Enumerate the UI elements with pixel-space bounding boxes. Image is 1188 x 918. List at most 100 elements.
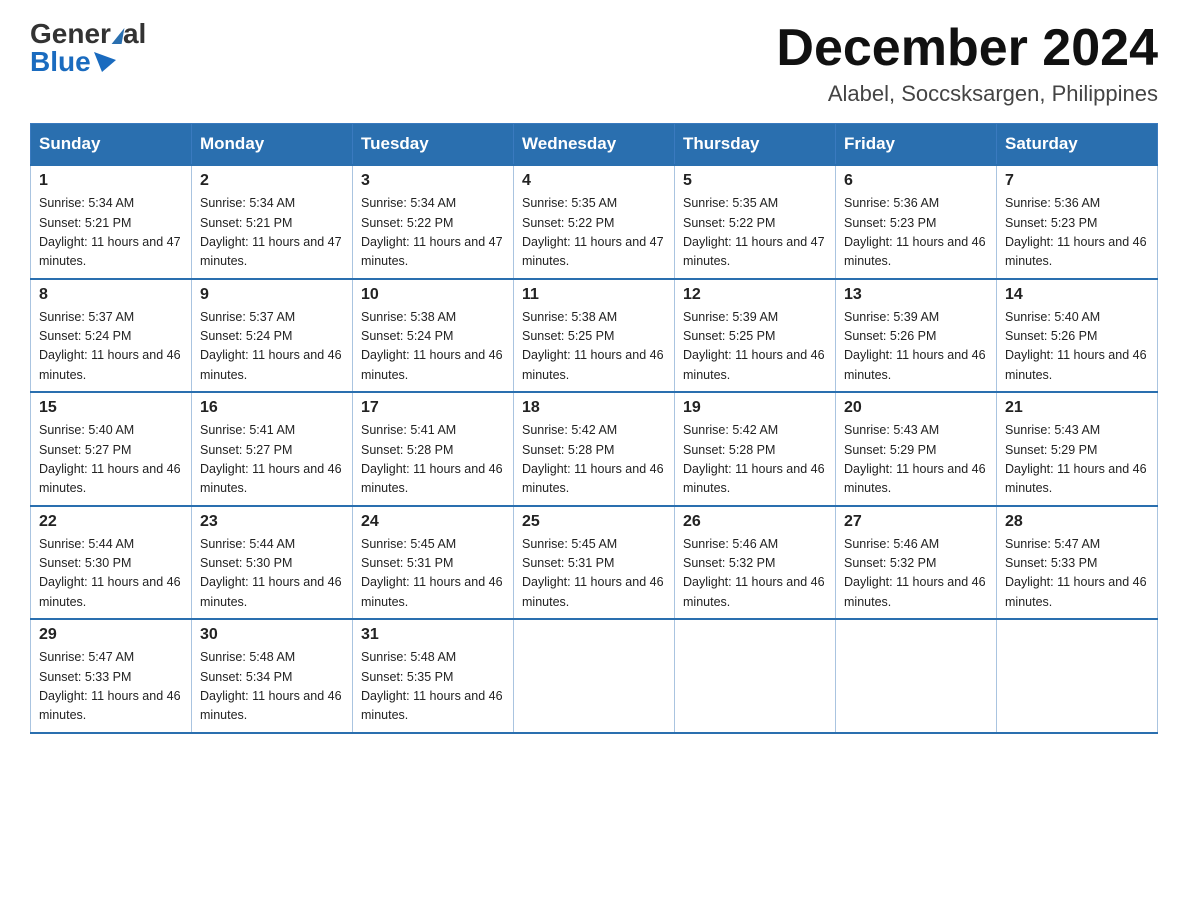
calendar-cell: 14 Sunrise: 5:40 AMSunset: 5:26 PMDaylig… [997, 279, 1158, 393]
day-info: Sunrise: 5:43 AMSunset: 5:29 PMDaylight:… [844, 421, 988, 499]
day-info: Sunrise: 5:35 AMSunset: 5:22 PMDaylight:… [522, 194, 666, 272]
calendar-cell: 4 Sunrise: 5:35 AMSunset: 5:22 PMDayligh… [514, 165, 675, 279]
page-header: General Blue December 2024 Alabel, Soccs… [30, 20, 1158, 107]
calendar-week-3: 15 Sunrise: 5:40 AMSunset: 5:27 PMDaylig… [31, 392, 1158, 506]
day-number: 4 [522, 172, 666, 190]
day-info: Sunrise: 5:34 AMSunset: 5:22 PMDaylight:… [361, 194, 505, 272]
calendar-cell [997, 619, 1158, 733]
day-info: Sunrise: 5:40 AMSunset: 5:26 PMDaylight:… [1005, 308, 1149, 386]
day-number: 11 [522, 286, 666, 304]
calendar-cell: 27 Sunrise: 5:46 AMSunset: 5:32 PMDaylig… [836, 506, 997, 620]
day-number: 26 [683, 513, 827, 531]
header-saturday: Saturday [997, 124, 1158, 166]
header-sunday: Sunday [31, 124, 192, 166]
calendar-cell: 22 Sunrise: 5:44 AMSunset: 5:30 PMDaylig… [31, 506, 192, 620]
calendar-cell: 16 Sunrise: 5:41 AMSunset: 5:27 PMDaylig… [192, 392, 353, 506]
calendar-cell: 10 Sunrise: 5:38 AMSunset: 5:24 PMDaylig… [353, 279, 514, 393]
day-number: 3 [361, 172, 505, 190]
calendar-cell: 5 Sunrise: 5:35 AMSunset: 5:22 PMDayligh… [675, 165, 836, 279]
day-info: Sunrise: 5:42 AMSunset: 5:28 PMDaylight:… [683, 421, 827, 499]
calendar-cell: 7 Sunrise: 5:36 AMSunset: 5:23 PMDayligh… [997, 165, 1158, 279]
calendar-cell: 31 Sunrise: 5:48 AMSunset: 5:35 PMDaylig… [353, 619, 514, 733]
day-number: 28 [1005, 513, 1149, 531]
logo-triangle-icon [94, 52, 116, 72]
calendar-cell: 3 Sunrise: 5:34 AMSunset: 5:22 PMDayligh… [353, 165, 514, 279]
day-info: Sunrise: 5:34 AMSunset: 5:21 PMDaylight:… [39, 194, 183, 272]
calendar-cell: 28 Sunrise: 5:47 AMSunset: 5:33 PMDaylig… [997, 506, 1158, 620]
location-subtitle: Alabel, Soccsksargen, Philippines [776, 81, 1158, 107]
day-number: 5 [683, 172, 827, 190]
day-info: Sunrise: 5:36 AMSunset: 5:23 PMDaylight:… [1005, 194, 1149, 272]
day-number: 19 [683, 399, 827, 417]
calendar-cell: 18 Sunrise: 5:42 AMSunset: 5:28 PMDaylig… [514, 392, 675, 506]
day-number: 27 [844, 513, 988, 531]
day-number: 21 [1005, 399, 1149, 417]
calendar-week-5: 29 Sunrise: 5:47 AMSunset: 5:33 PMDaylig… [31, 619, 1158, 733]
day-info: Sunrise: 5:48 AMSunset: 5:34 PMDaylight:… [200, 648, 344, 726]
calendar-cell: 23 Sunrise: 5:44 AMSunset: 5:30 PMDaylig… [192, 506, 353, 620]
calendar-cell: 24 Sunrise: 5:45 AMSunset: 5:31 PMDaylig… [353, 506, 514, 620]
calendar-header-row: SundayMondayTuesdayWednesdayThursdayFrid… [31, 124, 1158, 166]
day-number: 15 [39, 399, 183, 417]
day-number: 31 [361, 626, 505, 644]
day-info: Sunrise: 5:48 AMSunset: 5:35 PMDaylight:… [361, 648, 505, 726]
day-number: 14 [1005, 286, 1149, 304]
calendar-cell: 25 Sunrise: 5:45 AMSunset: 5:31 PMDaylig… [514, 506, 675, 620]
day-number: 24 [361, 513, 505, 531]
day-info: Sunrise: 5:46 AMSunset: 5:32 PMDaylight:… [683, 535, 827, 613]
calendar-cell: 12 Sunrise: 5:39 AMSunset: 5:25 PMDaylig… [675, 279, 836, 393]
calendar-cell: 26 Sunrise: 5:46 AMSunset: 5:32 PMDaylig… [675, 506, 836, 620]
day-info: Sunrise: 5:38 AMSunset: 5:24 PMDaylight:… [361, 308, 505, 386]
day-number: 17 [361, 399, 505, 417]
header-thursday: Thursday [675, 124, 836, 166]
calendar-cell: 8 Sunrise: 5:37 AMSunset: 5:24 PMDayligh… [31, 279, 192, 393]
day-info: Sunrise: 5:36 AMSunset: 5:23 PMDaylight:… [844, 194, 988, 272]
header-tuesday: Tuesday [353, 124, 514, 166]
day-info: Sunrise: 5:41 AMSunset: 5:27 PMDaylight:… [200, 421, 344, 499]
day-number: 20 [844, 399, 988, 417]
header-wednesday: Wednesday [514, 124, 675, 166]
calendar-week-4: 22 Sunrise: 5:44 AMSunset: 5:30 PMDaylig… [31, 506, 1158, 620]
calendar-cell: 15 Sunrise: 5:40 AMSunset: 5:27 PMDaylig… [31, 392, 192, 506]
month-title: December 2024 [776, 20, 1158, 77]
day-info: Sunrise: 5:47 AMSunset: 5:33 PMDaylight:… [39, 648, 183, 726]
day-info: Sunrise: 5:44 AMSunset: 5:30 PMDaylight:… [200, 535, 344, 613]
day-number: 13 [844, 286, 988, 304]
day-info: Sunrise: 5:38 AMSunset: 5:25 PMDaylight:… [522, 308, 666, 386]
calendar-cell: 20 Sunrise: 5:43 AMSunset: 5:29 PMDaylig… [836, 392, 997, 506]
calendar-cell: 19 Sunrise: 5:42 AMSunset: 5:28 PMDaylig… [675, 392, 836, 506]
day-info: Sunrise: 5:40 AMSunset: 5:27 PMDaylight:… [39, 421, 183, 499]
day-number: 22 [39, 513, 183, 531]
day-info: Sunrise: 5:37 AMSunset: 5:24 PMDaylight:… [200, 308, 344, 386]
day-number: 23 [200, 513, 344, 531]
calendar-cell: 1 Sunrise: 5:34 AMSunset: 5:21 PMDayligh… [31, 165, 192, 279]
calendar-cell [836, 619, 997, 733]
day-info: Sunrise: 5:46 AMSunset: 5:32 PMDaylight:… [844, 535, 988, 613]
day-info: Sunrise: 5:41 AMSunset: 5:28 PMDaylight:… [361, 421, 505, 499]
day-number: 18 [522, 399, 666, 417]
calendar-week-2: 8 Sunrise: 5:37 AMSunset: 5:24 PMDayligh… [31, 279, 1158, 393]
day-number: 9 [200, 286, 344, 304]
day-info: Sunrise: 5:39 AMSunset: 5:26 PMDaylight:… [844, 308, 988, 386]
day-info: Sunrise: 5:45 AMSunset: 5:31 PMDaylight:… [361, 535, 505, 613]
day-number: 7 [1005, 172, 1149, 190]
calendar-cell: 11 Sunrise: 5:38 AMSunset: 5:25 PMDaylig… [514, 279, 675, 393]
calendar-cell: 2 Sunrise: 5:34 AMSunset: 5:21 PMDayligh… [192, 165, 353, 279]
day-info: Sunrise: 5:43 AMSunset: 5:29 PMDaylight:… [1005, 421, 1149, 499]
calendar-table: SundayMondayTuesdayWednesdayThursdayFrid… [30, 123, 1158, 734]
day-number: 16 [200, 399, 344, 417]
day-number: 12 [683, 286, 827, 304]
day-info: Sunrise: 5:45 AMSunset: 5:31 PMDaylight:… [522, 535, 666, 613]
day-info: Sunrise: 5:47 AMSunset: 5:33 PMDaylight:… [1005, 535, 1149, 613]
day-number: 8 [39, 286, 183, 304]
day-info: Sunrise: 5:42 AMSunset: 5:28 PMDaylight:… [522, 421, 666, 499]
calendar-cell: 29 Sunrise: 5:47 AMSunset: 5:33 PMDaylig… [31, 619, 192, 733]
day-info: Sunrise: 5:34 AMSunset: 5:21 PMDaylight:… [200, 194, 344, 272]
day-number: 6 [844, 172, 988, 190]
title-block: December 2024 Alabel, Soccsksargen, Phil… [776, 20, 1158, 107]
header-monday: Monday [192, 124, 353, 166]
calendar-cell [514, 619, 675, 733]
day-info: Sunrise: 5:44 AMSunset: 5:30 PMDaylight:… [39, 535, 183, 613]
calendar-cell: 13 Sunrise: 5:39 AMSunset: 5:26 PMDaylig… [836, 279, 997, 393]
day-number: 2 [200, 172, 344, 190]
